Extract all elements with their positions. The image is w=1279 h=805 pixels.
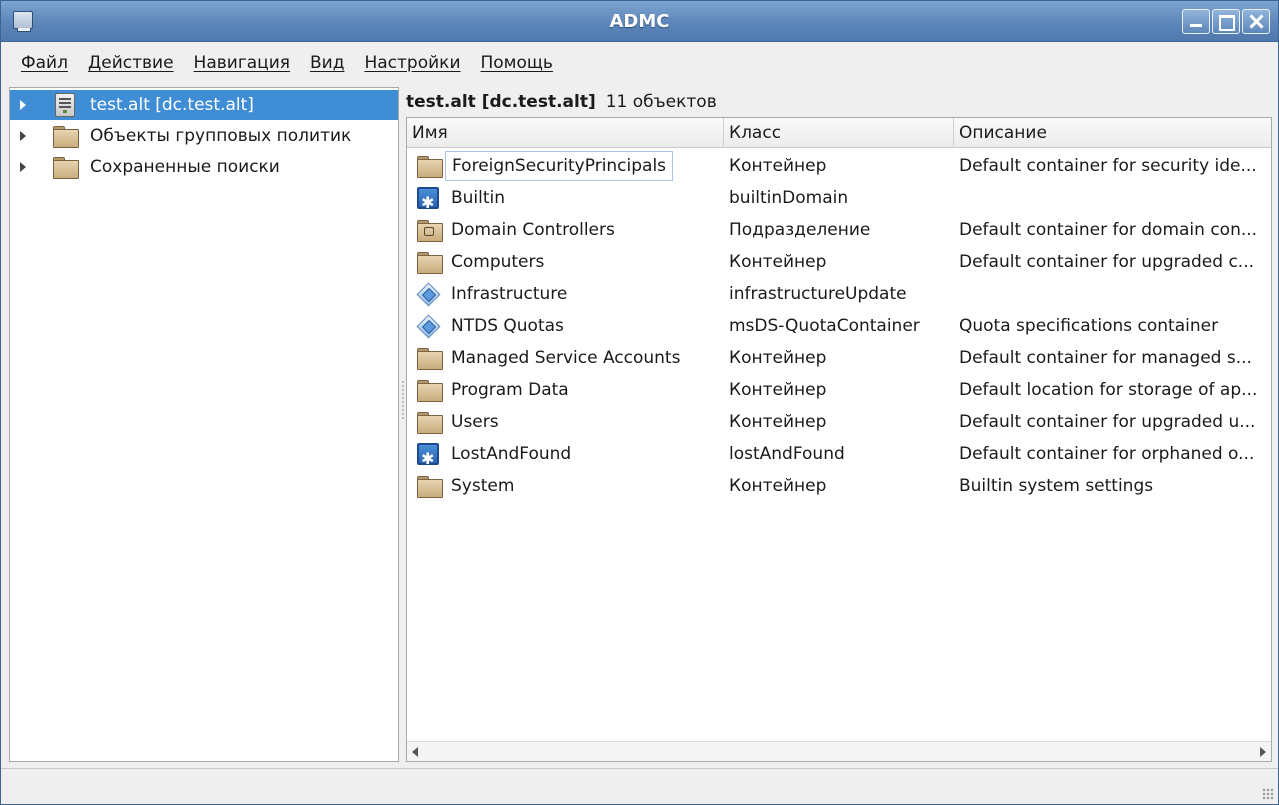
tree-item-group-policy-objects[interactable]: Объекты групповых политик [10,121,398,151]
folder-icon [417,475,443,498]
menu-settings[interactable]: Настройки [364,53,460,73]
table-row[interactable]: Users Контейнер Default container for up… [407,406,1271,438]
expand-arrow-icon[interactable] [20,162,26,172]
server-icon [55,93,75,117]
object-class: Контейнер [729,156,827,176]
object-name: Domain Controllers [451,220,615,240]
objects-table: Имя Класс Описание ForeignSecurityPrinci… [406,117,1272,762]
builtin-icon [417,187,439,214]
scrollbar-track[interactable] [425,744,1253,759]
object-name: Program Data [451,380,569,400]
results-pane: test.alt [dc.test.alt] 11 объектов Имя Кл… [406,87,1272,777]
table-row[interactable]: Infrastructure infrastructureUpdate [407,278,1271,310]
scroll-right-icon[interactable] [1253,742,1271,761]
table-row[interactable]: System Контейнер Builtin system settings [407,470,1271,502]
object-description: Default container for security ide... [959,156,1257,176]
minimize-icon[interactable] [1182,9,1210,34]
table-row[interactable]: ForeignSecurityPrincipals Контейнер Defa… [407,150,1271,182]
menu-navigation[interactable]: Навигация [194,53,290,73]
table-row[interactable]: Managed Service Accounts Контейнер Defau… [407,342,1271,374]
object-name: Managed Service Accounts [451,348,681,368]
object-class: Подразделение [729,220,871,240]
object-description: Quota specifications container [959,316,1219,336]
menu-help[interactable]: Помощь [481,53,553,73]
folder-icon [417,251,443,274]
expand-arrow-icon[interactable] [20,131,26,141]
tree-item-label: test.alt [dc.test.alt] [90,95,254,115]
object-class: lostAndFound [729,444,845,464]
folder-icon [417,379,443,402]
results-header: test.alt [dc.test.alt] 11 объектов [406,87,717,117]
object-description [959,182,1271,214]
object-description: Default location for storage of ap... [959,380,1258,400]
table-row[interactable]: NTDS Quotas msDS-QuotaContainer Quota sp… [407,310,1271,342]
tree-item-saved-searches[interactable]: Сохраненные поиски [10,152,398,182]
maximize-icon[interactable] [1212,9,1240,34]
window-title: ADMC [609,11,670,32]
tree-item-domain[interactable]: test.alt [dc.test.alt] [10,90,398,120]
window-controls [1182,9,1270,34]
table-row[interactable]: Domain Controllers Подразделение Default… [407,214,1271,246]
table-row[interactable]: Computers Контейнер Default container fo… [407,246,1271,278]
object-description: Default container for upgraded c... [959,252,1255,272]
object-class: Контейнер [729,412,827,432]
object-description: Builtin system settings [959,476,1154,496]
menu-bar: Файл Действие Навигация Вид Настройки По… [1,43,1278,83]
object-class: Контейнер [729,476,827,496]
admc-window: ADMC Файл Действие Навигация Вид Настрой… [0,0,1279,805]
table-row[interactable]: Program Data Контейнер Default location … [407,374,1271,406]
object-description: Default container for upgraded u... [959,412,1256,432]
object-count: 11 объектов [605,92,717,112]
current-location: test.alt [dc.test.alt] [406,92,596,112]
status-bar [1,768,1278,804]
object-class: Контейнер [729,252,827,272]
column-header-class[interactable]: Класс [724,118,954,148]
diamond-icon [417,283,439,305]
object-class: Контейнер [729,348,827,368]
tree-item-label: Сохраненные поиски [90,157,280,177]
object-name: System [451,476,515,496]
folder-icon [53,156,79,179]
object-class: msDS-QuotaContainer [729,316,920,336]
object-description: Default container for orphaned o... [959,444,1255,464]
object-name: Builtin [451,188,506,208]
object-name: Infrastructure [451,284,568,304]
table-row[interactable]: LostAndFound lostAndFound Default contai… [407,438,1271,470]
pane-splitter[interactable] [401,381,405,421]
object-name: Users [451,412,499,432]
object-description: Default container for domain con... [959,220,1258,240]
resize-grip-icon[interactable] [1262,788,1274,800]
console-tree: test.alt [dc.test.alt] Объекты групповых… [9,87,399,762]
close-icon[interactable] [1242,9,1270,34]
ou-folder-icon [417,219,443,242]
folder-icon [417,347,443,370]
tree-item-label: Объекты групповых политик [90,126,352,146]
table-header: Имя Класс Описание [407,118,1271,148]
title-bar[interactable]: ADMC [1,1,1278,42]
object-name: LostAndFound [451,444,572,464]
scroll-left-icon[interactable] [407,742,425,761]
object-class: infrastructureUpdate [729,284,907,304]
table-row[interactable]: Builtin builtinDomain [407,182,1271,214]
column-header-name[interactable]: Имя [407,118,724,148]
object-description: Default container for managed s... [959,348,1252,368]
menu-action[interactable]: Действие [88,53,174,73]
object-name: Computers [451,252,545,272]
builtin-icon [417,443,439,470]
diamond-icon [417,315,439,337]
object-description [959,278,1271,310]
object-name: NTDS Quotas [451,316,564,336]
folder-icon [53,125,79,148]
folder-icon [417,411,443,434]
object-class: builtinDomain [729,188,849,208]
menu-file[interactable]: Файл [21,53,68,73]
folder-icon [417,155,443,178]
object-class: Контейнер [729,380,827,400]
expand-arrow-icon[interactable] [20,100,26,110]
menu-view[interactable]: Вид [310,53,344,73]
horizontal-scrollbar[interactable] [407,741,1271,761]
object-name: ForeignSecurityPrincipals [445,151,674,181]
column-header-description[interactable]: Описание [954,118,1271,148]
